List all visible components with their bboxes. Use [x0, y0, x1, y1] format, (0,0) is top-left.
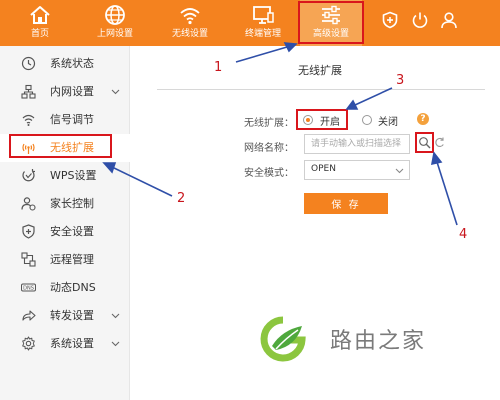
annotation-number-1: 1 [214, 60, 223, 75]
arrow-2 [111, 166, 173, 197]
arrow-2-head [102, 162, 117, 174]
arrow-1 [235, 46, 288, 63]
watermark-logo-icon [260, 316, 306, 362]
arrow-1-head [283, 42, 298, 53]
arrow-3 [354, 87, 393, 106]
arrow-4-head [430, 151, 443, 166]
arrow-3-head [345, 99, 359, 110]
annotation-number-2: 2 [177, 191, 186, 206]
watermark-text: 路由之家 [330, 329, 427, 354]
annotation-number-4: 4 [459, 227, 468, 242]
annotation-number-3: 3 [396, 73, 405, 88]
arrow-4 [436, 161, 458, 226]
